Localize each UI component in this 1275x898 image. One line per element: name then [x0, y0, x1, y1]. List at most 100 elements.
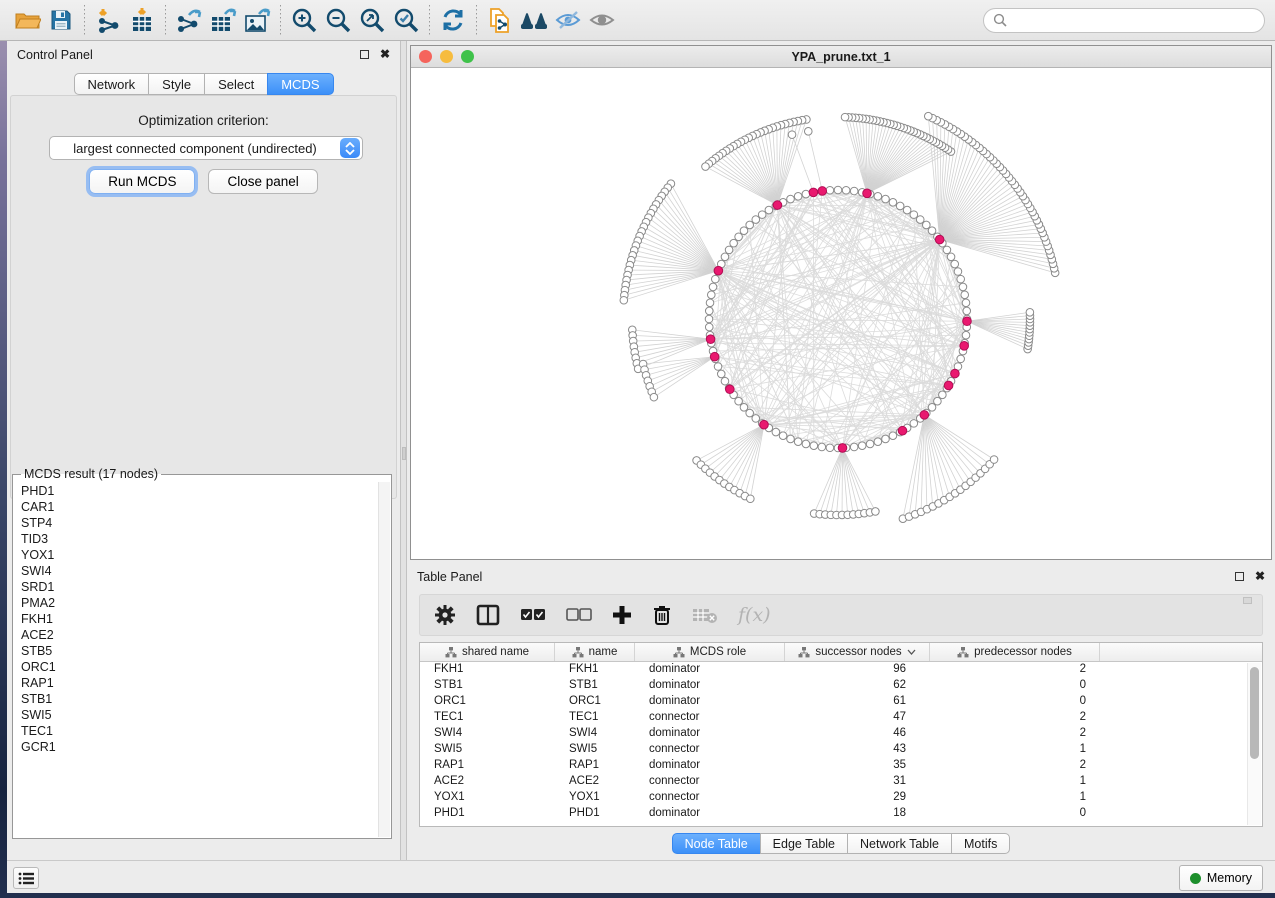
table-row[interactable]: ORC1ORC1dominator610 — [420, 694, 1262, 710]
table-row[interactable]: SWI5SWI5connector431 — [420, 742, 1262, 758]
table-row[interactable]: STB1STB1dominator620 — [420, 678, 1262, 694]
table-scrollbar[interactable] — [1247, 663, 1261, 825]
result-item[interactable]: STP4 — [21, 515, 377, 531]
result-item[interactable]: GCR1 — [21, 739, 377, 755]
close-panel-button[interactable]: Close panel — [208, 169, 317, 194]
save-session-button[interactable] — [44, 4, 78, 36]
function-builder-button[interactable]: f(x) — [738, 604, 771, 626]
dominator-node[interactable] — [960, 342, 969, 351]
dominator-node[interactable] — [935, 235, 944, 244]
dominator-node[interactable] — [760, 420, 769, 429]
dominator-node[interactable] — [818, 187, 827, 196]
import-network-button[interactable] — [91, 4, 125, 36]
dominator-node[interactable] — [944, 381, 953, 390]
result-item[interactable]: SWI5 — [21, 707, 377, 723]
deselect-all-button[interactable] — [566, 608, 592, 622]
result-item[interactable]: TID3 — [21, 531, 377, 547]
tab-mcds[interactable]: MCDS — [267, 73, 333, 95]
splitter-grip[interactable] — [402, 447, 406, 460]
result-item[interactable]: TEC1 — [21, 723, 377, 739]
dominator-node[interactable] — [898, 426, 907, 435]
dominator-node[interactable] — [920, 411, 929, 420]
result-item[interactable]: PMA2 — [21, 595, 377, 611]
table-row[interactable]: RAP1RAP1dominator352 — [420, 758, 1262, 774]
result-item[interactable]: FKH1 — [21, 611, 377, 627]
close-table-panel-icon[interactable]: ✖ — [1255, 572, 1265, 581]
dominator-node[interactable] — [838, 444, 847, 453]
search-input[interactable] — [1007, 13, 1255, 27]
delete-column-button[interactable] — [652, 604, 672, 626]
apply-layout-button[interactable] — [436, 4, 470, 36]
dominator-node[interactable] — [726, 385, 735, 394]
open-session-button[interactable] — [10, 4, 44, 36]
result-item[interactable]: STB5 — [21, 643, 377, 659]
result-item[interactable]: RAP1 — [21, 675, 377, 691]
export-network-button[interactable] — [172, 4, 206, 36]
dominator-node[interactable] — [706, 335, 715, 344]
table-row[interactable]: YOX1YOX1connector291 — [420, 790, 1262, 806]
column-header-MCDS-role[interactable]: MCDS role — [635, 643, 785, 661]
table-row[interactable]: PHD1PHD1dominator180 — [420, 806, 1262, 822]
dominator-node[interactable] — [863, 189, 872, 198]
delete-table-button[interactable] — [692, 606, 718, 624]
dominator-node[interactable] — [809, 188, 818, 197]
table-row[interactable]: SWI4SWI4dominator462 — [420, 726, 1262, 742]
tab-motifs[interactable]: Motifs — [951, 833, 1010, 854]
hide-selected-button[interactable] — [551, 4, 585, 36]
dominator-node[interactable] — [710, 352, 719, 361]
close-panel-icon[interactable]: ✖ — [380, 50, 390, 59]
table-row[interactable]: TEC1TEC1connector472 — [420, 710, 1262, 726]
memory-button[interactable]: Memory — [1179, 865, 1263, 891]
table-row[interactable]: FKH1FKH1dominator962 — [420, 662, 1262, 678]
clone-network-button[interactable] — [483, 4, 517, 36]
column-header-shared-name[interactable]: shared name — [420, 643, 555, 661]
result-scrollbar[interactable] — [378, 482, 390, 837]
panel-layout-button[interactable] — [476, 604, 500, 626]
result-item[interactable]: STB1 — [21, 691, 377, 707]
dominator-node[interactable] — [773, 201, 782, 210]
select-all-button[interactable] — [520, 608, 546, 622]
vertical-splitter[interactable] — [400, 41, 407, 860]
tab-network-table[interactable]: Network Table — [847, 833, 952, 854]
show-all-button[interactable] — [585, 4, 619, 36]
horizontal-splitter-grip[interactable] — [1243, 597, 1252, 604]
zoom-selected-button[interactable] — [389, 4, 423, 36]
tab-edge-table[interactable]: Edge Table — [760, 833, 848, 854]
column-header-name[interactable]: name — [555, 643, 635, 661]
export-image-button[interactable] — [240, 4, 274, 36]
result-item[interactable]: YOX1 — [21, 547, 377, 563]
result-item[interactable]: SRD1 — [21, 579, 377, 595]
result-item[interactable]: PHD1 — [21, 483, 377, 499]
dominator-node[interactable] — [963, 317, 972, 326]
import-table-button[interactable] — [125, 4, 159, 36]
dominator-node[interactable] — [714, 266, 723, 275]
tab-network[interactable]: Network — [73, 73, 149, 95]
dominator-node[interactable] — [951, 369, 960, 378]
network-window-titlebar[interactable]: YPA_prune.txt_1 — [411, 46, 1271, 68]
zoom-out-button[interactable] — [321, 4, 355, 36]
result-item[interactable]: SWI4 — [21, 563, 377, 579]
table-scrollbar-thumb[interactable] — [1250, 667, 1259, 759]
first-neighbors-button[interactable] — [517, 4, 551, 36]
run-mcds-button[interactable]: Run MCDS — [89, 169, 195, 194]
column-header-predecessor-nodes[interactable]: predecessor nodes — [930, 643, 1100, 661]
show-panels-button[interactable] — [13, 867, 39, 889]
network-canvas[interactable] — [411, 68, 1271, 559]
zoom-in-button[interactable] — [287, 4, 321, 36]
table-settings-button[interactable] — [434, 604, 456, 626]
float-table-panel-icon[interactable] — [1235, 572, 1244, 581]
result-item[interactable]: ACE2 — [21, 627, 377, 643]
export-table-button[interactable] — [206, 4, 240, 36]
tab-select[interactable]: Select — [204, 73, 268, 95]
result-item[interactable]: ORC1 — [21, 659, 377, 675]
tab-style[interactable]: Style — [148, 73, 205, 95]
tab-node-table[interactable]: Node Table — [672, 833, 761, 854]
result-item[interactable]: CAR1 — [21, 499, 377, 515]
table-row[interactable]: ACE2ACE2connector311 — [420, 774, 1262, 790]
zoom-fit-button[interactable] — [355, 4, 389, 36]
float-panel-icon[interactable] — [360, 50, 369, 59]
add-column-button[interactable] — [612, 605, 632, 625]
search-field[interactable] — [983, 8, 1265, 33]
column-header-successor-nodes[interactable]: successor nodes — [785, 643, 930, 661]
optimization-dropdown[interactable]: largest connected component (undirected) — [49, 136, 363, 160]
